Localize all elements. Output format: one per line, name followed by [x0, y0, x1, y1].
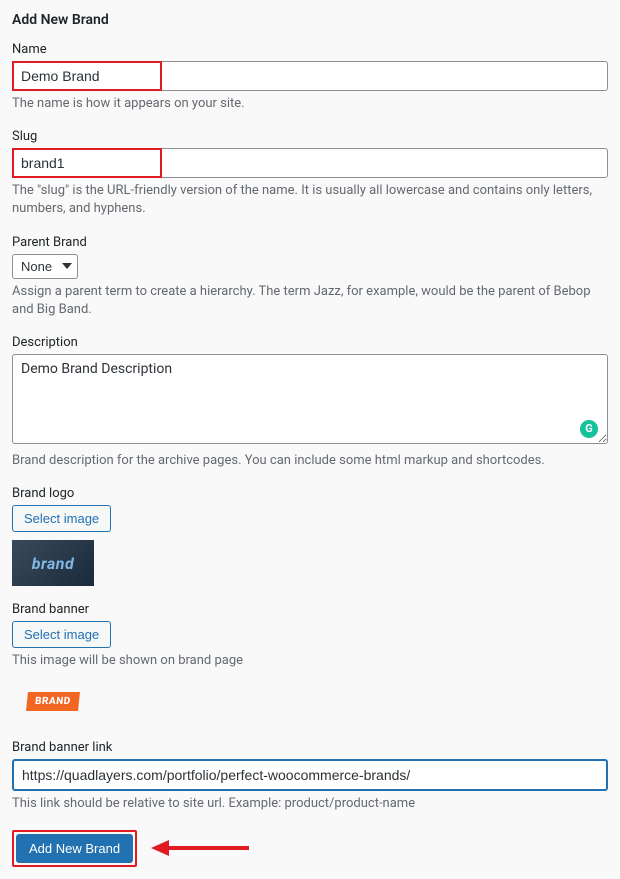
- logo-select-button[interactable]: Select image: [12, 505, 111, 532]
- banner-preview-image: BRAND: [12, 678, 94, 724]
- slug-field-group: Slug The "slug" is the URL-friendly vers…: [12, 129, 608, 218]
- parent-help: Assign a parent term to create a hierarc…: [12, 283, 608, 319]
- description-label: Description: [12, 335, 608, 350]
- arrow-annotation: [151, 840, 249, 856]
- banner-badge: BRAND: [26, 692, 80, 711]
- banner-label: Brand banner: [12, 602, 608, 617]
- banner-link-label: Brand banner link: [12, 740, 608, 755]
- name-field-group: Name The name is how it appears on your …: [12, 42, 608, 113]
- slug-label: Slug: [12, 129, 608, 144]
- add-brand-button[interactable]: Add New Brand: [16, 834, 133, 863]
- description-field-group: Description Demo Brand Description G Bra…: [12, 335, 608, 470]
- slug-input[interactable]: [12, 148, 608, 178]
- name-input[interactable]: [12, 61, 608, 91]
- submit-highlight-annotation: Add New Brand: [12, 830, 137, 867]
- description-textarea[interactable]: Demo Brand Description: [12, 354, 608, 444]
- slug-help: The "slug" is the URL-friendly version o…: [12, 182, 608, 218]
- submit-row: Add New Brand: [12, 830, 608, 867]
- banner-link-input[interactable]: [12, 759, 608, 791]
- page-title: Add New Brand: [12, 12, 608, 28]
- logo-preview-image: brand: [12, 540, 94, 586]
- parent-label: Parent Brand: [12, 235, 608, 250]
- parent-select[interactable]: None: [12, 254, 78, 279]
- banner-select-button[interactable]: Select image: [12, 621, 111, 648]
- banner-link-help: This link should be relative to site url…: [12, 795, 608, 813]
- logo-preview-text: brand: [32, 554, 74, 573]
- banner-link-field-group: Brand banner link This link should be re…: [12, 740, 608, 813]
- description-help: Brand description for the archive pages.…: [12, 452, 608, 470]
- banner-field-group: Brand banner Select image This image wil…: [12, 602, 608, 724]
- logo-field-group: Brand logo Select image brand: [12, 486, 608, 586]
- logo-label: Brand logo: [12, 486, 608, 501]
- parent-field-group: Parent Brand None Assign a parent term t…: [12, 235, 608, 319]
- name-label: Name: [12, 42, 608, 57]
- banner-help: This image will be shown on brand page: [12, 652, 608, 670]
- name-help: The name is how it appears on your site.: [12, 95, 608, 113]
